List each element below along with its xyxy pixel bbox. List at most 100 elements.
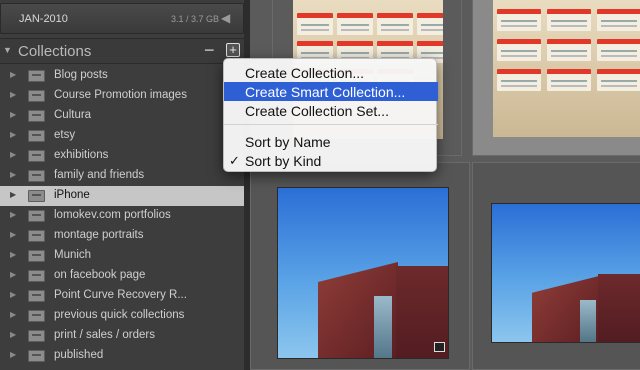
ticket-shape bbox=[297, 13, 333, 35]
collection-item[interactable]: ▶ print / sales / orders bbox=[0, 326, 244, 346]
collection-label: Point Curve Recovery R... bbox=[54, 289, 187, 301]
collection-item[interactable]: ▶ Point Curve Recovery R... bbox=[0, 286, 244, 306]
collections-panel-header[interactable]: ▼ Collections − + bbox=[0, 38, 244, 64]
grid-cell[interactable] bbox=[472, 162, 640, 370]
collection-icon bbox=[28, 270, 45, 282]
ticket-shape bbox=[497, 9, 541, 31]
collection-label: Cultura bbox=[54, 109, 92, 121]
folder-arrow-icon[interactable]: ◀ bbox=[221, 11, 230, 25]
ticket-shape bbox=[337, 13, 373, 35]
disclosure-triangle-icon[interactable]: ▶ bbox=[10, 210, 16, 219]
collection-icon bbox=[28, 290, 45, 302]
ticket-shape bbox=[597, 9, 640, 31]
collection-icon bbox=[28, 350, 45, 362]
add-collection-button[interactable]: + bbox=[226, 43, 240, 57]
disclosure-triangle-icon[interactable]: ▶ bbox=[10, 350, 16, 359]
menu-item-label: Create Collection Set... bbox=[245, 103, 389, 119]
collections-title: Collections bbox=[18, 43, 92, 60]
disclosure-triangle-icon[interactable]: ▶ bbox=[10, 270, 16, 279]
ticket-shape bbox=[547, 39, 591, 61]
collection-icon bbox=[28, 250, 45, 262]
collection-item[interactable]: ▶ previous quick collections bbox=[0, 306, 244, 326]
collection-item[interactable]: ▶ etsy bbox=[0, 126, 244, 146]
collection-icon bbox=[28, 190, 45, 202]
disclosure-triangle-icon[interactable]: ▶ bbox=[10, 190, 16, 199]
collection-item[interactable]: ▶ family and friends bbox=[0, 166, 244, 186]
ticket-shape bbox=[547, 9, 591, 31]
menu-sort-by-kind[interactable]: ✓ Sort by Kind bbox=[224, 151, 438, 170]
disclosure-triangle-icon[interactable]: ▶ bbox=[10, 110, 16, 119]
collection-item[interactable]: ▶ Course Promotion images bbox=[0, 86, 244, 106]
disclosure-triangle-icon[interactable]: ▶ bbox=[10, 170, 16, 179]
collection-label: on facebook page bbox=[54, 269, 146, 281]
disclosure-triangle-icon[interactable]: ▶ bbox=[10, 250, 16, 259]
window-strip bbox=[580, 300, 596, 342]
collection-label: print / sales / orders bbox=[54, 329, 155, 341]
collection-icon bbox=[28, 90, 45, 102]
folder-name: JAN-2010 bbox=[19, 13, 68, 25]
disclosure-triangle-icon[interactable]: ▶ bbox=[10, 230, 16, 239]
disclosure-triangle-icon[interactable]: ▶ bbox=[10, 330, 16, 339]
collection-icon bbox=[28, 310, 45, 322]
collection-item-selected[interactable]: ▶ iPhone bbox=[0, 186, 244, 206]
collection-icon bbox=[28, 230, 45, 242]
ticket-shape bbox=[597, 69, 640, 91]
checkmark-icon: ✓ bbox=[229, 153, 240, 168]
menu-item-label: Sort by Kind bbox=[245, 153, 322, 169]
collection-icon bbox=[28, 110, 45, 122]
menu-create-collection[interactable]: Create Collection... bbox=[224, 63, 438, 82]
collection-label: lomokev.com portfolios bbox=[54, 209, 171, 221]
collection-item[interactable]: ▶ exhibitions bbox=[0, 146, 244, 166]
folder-row[interactable]: JAN-2010 3.1 / 3.7 GB ◀ bbox=[0, 3, 244, 34]
grid-cell[interactable] bbox=[472, 0, 640, 156]
folder-size: 3.1 / 3.7 GB bbox=[171, 14, 220, 24]
ticket-shape bbox=[497, 39, 541, 61]
ticket-shape bbox=[417, 13, 443, 35]
disclosure-triangle-icon[interactable]: ▶ bbox=[10, 90, 16, 99]
collection-item[interactable]: ▶ Munich bbox=[0, 246, 244, 266]
collection-item[interactable]: ▶ on facebook page bbox=[0, 266, 244, 286]
left-panel: JAN-2010 3.1 / 3.7 GB ◀ ▼ Collections − … bbox=[0, 0, 244, 370]
thumbnail-grid: 2570 bbox=[250, 0, 640, 370]
collection-icon bbox=[28, 70, 45, 82]
collapse-triangle-icon[interactable]: ▼ bbox=[3, 45, 12, 55]
disclosure-triangle-icon[interactable]: ▶ bbox=[10, 290, 16, 299]
window-strip bbox=[374, 296, 392, 358]
collection-icon bbox=[28, 330, 45, 342]
menu-create-collection-set[interactable]: Create Collection Set... bbox=[224, 101, 438, 120]
collection-icon bbox=[28, 170, 45, 182]
photo-thumbnail[interactable] bbox=[493, 0, 640, 137]
disclosure-triangle-icon[interactable]: ▶ bbox=[10, 310, 16, 319]
ticket-shape bbox=[597, 39, 640, 61]
collection-list: ▶ Blog posts ▶ Course Promotion images ▶… bbox=[0, 66, 244, 366]
disclosure-triangle-icon[interactable]: ▶ bbox=[10, 70, 16, 79]
menu-create-smart-collection[interactable]: Create Smart Collection... bbox=[224, 82, 438, 101]
collection-item[interactable]: ▶ montage portraits bbox=[0, 226, 244, 246]
ticket-shape bbox=[547, 69, 591, 91]
menu-item-label: Sort by Name bbox=[245, 134, 331, 150]
disclosure-triangle-icon[interactable]: ▶ bbox=[10, 150, 16, 159]
photo-thumbnail[interactable] bbox=[277, 187, 449, 359]
collection-label: exhibitions bbox=[54, 149, 109, 161]
collection-item[interactable]: ▶ Cultura bbox=[0, 106, 244, 126]
remove-collection-button[interactable]: − bbox=[204, 40, 215, 61]
collection-icon bbox=[28, 210, 45, 222]
photo-thumbnail[interactable] bbox=[491, 203, 640, 343]
collection-item[interactable]: ▶ Blog posts bbox=[0, 66, 244, 86]
collection-icon bbox=[28, 150, 45, 162]
collection-item[interactable]: ▶ lomokev.com portfolios bbox=[0, 206, 244, 226]
disclosure-triangle-icon[interactable]: ▶ bbox=[10, 130, 16, 139]
collection-label: published bbox=[54, 349, 104, 361]
collection-icon bbox=[28, 130, 45, 142]
collection-label: montage portraits bbox=[54, 229, 144, 241]
collection-label: Course Promotion images bbox=[54, 89, 187, 101]
ticket-shape bbox=[377, 13, 413, 35]
collection-label: previous quick collections bbox=[54, 309, 185, 321]
collection-item[interactable]: ▶ published bbox=[0, 346, 244, 366]
menu-separator bbox=[224, 124, 438, 125]
collection-label: Blog posts bbox=[54, 69, 108, 81]
menu-item-label: Create Collection... bbox=[245, 65, 365, 81]
badge-icon bbox=[434, 342, 445, 352]
menu-sort-by-name[interactable]: Sort by Name bbox=[224, 132, 438, 151]
grid-cell[interactable] bbox=[250, 162, 470, 370]
